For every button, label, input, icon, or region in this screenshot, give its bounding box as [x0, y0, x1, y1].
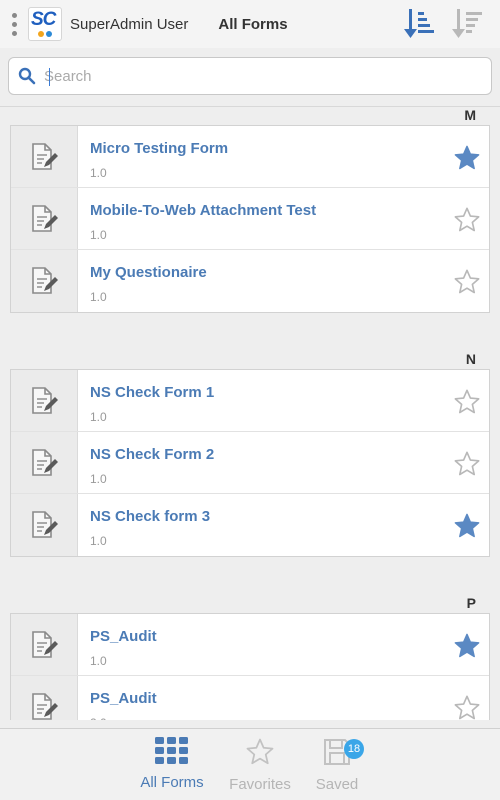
edit-form-icon [11, 126, 78, 187]
forms-list-content: M Micro Testing Form 1.0 Mobile-To-Web Atta… [0, 107, 500, 720]
nav-saved-label: Saved [315, 776, 359, 793]
edit-form-icon [11, 188, 78, 249]
sort-ascending-icon [404, 9, 434, 38]
app-logo-text: SC [31, 9, 56, 30]
star-outline-icon [246, 738, 274, 765]
forms-list[interactable]: M Micro Testing Form 1.0 Mobile-To-Web Atta… [0, 106, 500, 720]
form-version: 1.0 [90, 166, 107, 180]
bottom-navigation: All Forms Favorites 18 Saved [0, 728, 500, 800]
nav-all-forms[interactable]: All Forms [127, 737, 217, 791]
edit-form-icon [11, 676, 78, 720]
form-list-item[interactable]: Mobile-To-Web Attachment Test 1.0 [11, 188, 489, 250]
section-header: M [0, 107, 500, 125]
star-filled-icon[interactable] [453, 512, 481, 540]
user-name: SuperAdmin User [70, 15, 189, 33]
star-filled-icon[interactable] [453, 632, 481, 660]
form-version: 2.0 [90, 716, 489, 720]
star-outline-icon[interactable] [453, 450, 481, 478]
form-version: 1.0 [90, 654, 107, 668]
grid-icon [155, 737, 188, 764]
nav-saved[interactable]: 18 Saved [292, 737, 382, 793]
form-title: PS_Audit [90, 628, 157, 645]
section-items: PS_Audit1.0PS_Audit2.0PS_Audit [10, 613, 490, 720]
form-list-item[interactable]: My Questionaire 1.0 [11, 250, 489, 312]
sort-ascending-button[interactable] [402, 6, 438, 42]
top-bar: SC SuperAdmin User All Forms [0, 0, 500, 48]
section-items: NS Check Form 1 1.0 NS Check Form 2 1.0 NS C… [10, 369, 490, 557]
form-title: NS Check Form 2 [90, 446, 215, 463]
section-items: Micro Testing Form 1.0 Mobile-To-Web Attac… [10, 125, 490, 313]
nav-all-forms-label: All Forms [140, 774, 204, 791]
search-icon [18, 67, 36, 85]
star-outline-icon[interactable] [453, 206, 481, 234]
section-letter: P [466, 595, 476, 611]
section-letter: N [465, 351, 476, 367]
form-version: 1.0 [90, 228, 107, 242]
form-version: 1.0 [90, 290, 107, 304]
form-title: My Questionaire [90, 264, 207, 281]
text-cursor [49, 68, 50, 86]
search-input[interactable] [44, 62, 464, 90]
star-outline-icon[interactable] [453, 694, 481, 720]
edit-form-icon [11, 432, 78, 493]
form-list-item[interactable]: PS_Audit 2.0 [11, 676, 489, 720]
section-header: P [0, 573, 500, 613]
form-title: Micro Testing Form [90, 140, 229, 157]
form-version: 1.0 [90, 472, 107, 486]
star-filled-icon[interactable] [453, 144, 481, 172]
overflow-menu-icon[interactable] [6, 9, 22, 39]
sort-descending-icon [452, 9, 482, 38]
form-version: 1.0 [90, 410, 107, 424]
edit-form-icon [11, 494, 78, 556]
edit-form-icon [11, 614, 78, 675]
page-title: All Forms [218, 15, 288, 33]
app-logo: SC [28, 7, 62, 41]
sort-descending-button[interactable] [450, 6, 486, 42]
form-title: Mobile-To-Web Attachment Test [90, 202, 317, 219]
saved-count-badge: 18 [344, 739, 364, 759]
search-bar [8, 57, 492, 95]
form-list-item[interactable]: NS Check Form 2 1.0 [11, 432, 489, 494]
form-list-item[interactable]: NS Check Form 1 1.0 [11, 370, 489, 432]
form-list-item[interactable]: NS Check form 3 1.0 [11, 494, 489, 556]
form-list-item[interactable]: Micro Testing Form 1.0 [11, 126, 489, 188]
section-header: N [0, 329, 500, 369]
star-outline-icon[interactable] [453, 268, 481, 296]
edit-form-icon [11, 370, 78, 431]
form-version: 1.0 [90, 534, 107, 548]
form-title: NS Check form 3 [90, 508, 211, 525]
form-title: NS Check Form 1 [90, 384, 215, 401]
edit-form-icon [11, 250, 78, 312]
star-outline-icon[interactable] [453, 388, 481, 416]
section-letter: M [464, 107, 476, 123]
form-title: PS_Audit [90, 690, 157, 707]
form-list-item[interactable]: PS_Audit 1.0 [11, 614, 489, 676]
